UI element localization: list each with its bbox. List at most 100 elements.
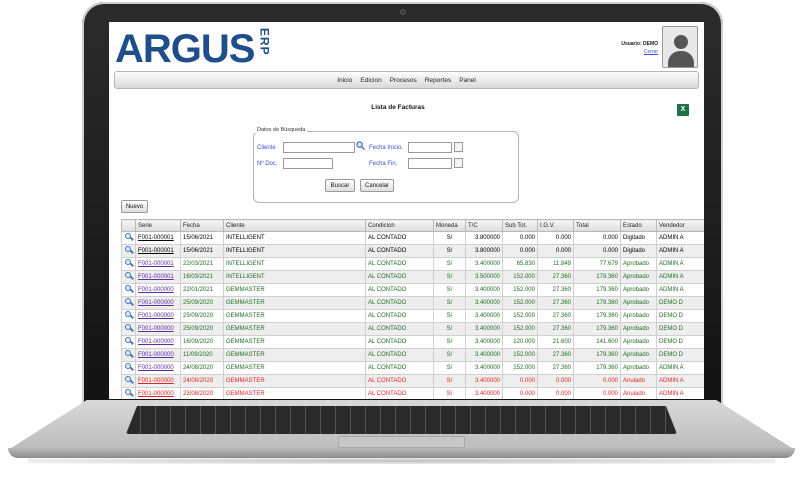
serie-link[interactable]: F001-000000: [138, 352, 174, 358]
subtotal-cell: 0.000: [502, 374, 538, 388]
buscar-button[interactable]: Buscar: [325, 179, 355, 192]
view-icon[interactable]: [124, 376, 134, 384]
table-row[interactable]: F001-000000 11/09/2020 GEMMASTER AL CONTADO…: [121, 348, 704, 362]
table-row[interactable]: F001-000001 22/03/2021 INTELLIGENT AL CONTA…: [121, 257, 704, 271]
fecha-cell: 15/06/2021: [180, 244, 224, 258]
tc-cell: 3.400000: [465, 322, 503, 336]
view-cell: [121, 309, 136, 323]
serie-link[interactable]: F001-000000: [138, 391, 174, 397]
serie-link[interactable]: F001-000000: [138, 339, 174, 345]
moneda-cell: S/: [433, 244, 466, 258]
view-cell: [121, 322, 136, 336]
table-row[interactable]: F001-000001 15/06/2021 INTELLIGENT AL CONTA…: [121, 231, 704, 245]
menu-item-reportes[interactable]: Reportes: [425, 77, 451, 84]
condicion-cell: AL CONTADO: [365, 322, 434, 336]
column-header: T/C: [465, 219, 503, 232]
table-row[interactable]: F001-000000 23/08/2020 GEMMASTER AL CONTADO…: [121, 387, 704, 399]
fecha-cell: 24/08/2020: [180, 361, 224, 375]
table-row[interactable]: F001-000000 24/08/2020 GEMMASTER AL CONTADO…: [121, 361, 704, 375]
total-cell: 0.000: [573, 374, 621, 388]
serie-link[interactable]: F001-000000: [138, 287, 174, 293]
search-icon[interactable]: [356, 141, 365, 150]
view-icon[interactable]: [124, 298, 134, 306]
total-cell: 179.360: [573, 296, 621, 310]
menu-item-panel[interactable]: Panel: [459, 77, 476, 84]
view-icon[interactable]: [124, 246, 134, 254]
tc-cell: 3.400000: [465, 296, 503, 310]
serie-link[interactable]: F001-000001: [138, 274, 174, 280]
subtotal-cell: 152.000: [502, 309, 538, 323]
igv-cell: 27.360: [537, 283, 574, 297]
table-row[interactable]: F001-000000 22/01/2021 GEMMASTER AL CONTADO…: [121, 283, 704, 297]
view-cell: [121, 335, 136, 349]
condicion-cell: AL CONTADO: [365, 244, 434, 258]
cancelar-button[interactable]: Cancelar: [360, 179, 394, 192]
fecha-cell: 25/09/2020: [180, 296, 224, 310]
igv-cell: 0.000: [537, 387, 574, 399]
view-icon[interactable]: [124, 389, 134, 397]
total-cell: 179.360: [573, 283, 621, 297]
fecha-inicio-input[interactable]: [408, 142, 452, 153]
table-row[interactable]: F001-000000 25/09/2020 GEMMASTER AL CONTADO…: [121, 296, 704, 310]
view-icon[interactable]: [124, 272, 134, 280]
calendar-icon[interactable]: [454, 158, 463, 168]
moneda-cell: S/: [433, 231, 466, 245]
condicion-cell: AL CONTADO: [365, 283, 434, 297]
estado-cell: Aprobado: [620, 270, 657, 284]
menu-item-edicion[interactable]: Edicion: [360, 77, 381, 84]
nuevo-button[interactable]: Nuevo: [121, 200, 148, 213]
table-row[interactable]: F001-000000 24/08/2020 GEMMASTER AL CONTADO…: [121, 374, 704, 388]
table-row[interactable]: F001-000001 15/06/2021 INTELLIGENT AL CONTA…: [121, 244, 704, 258]
menu-item-inicio[interactable]: Inicio: [337, 77, 352, 84]
vendedor-cell: ADMIN A: [656, 270, 704, 284]
estado-cell: Aprobado: [620, 322, 657, 336]
serie-cell: F001-000000: [135, 348, 181, 362]
view-icon[interactable]: [124, 311, 134, 319]
fecha-cell: 23/08/2020: [180, 387, 224, 399]
moneda-cell: S/: [433, 283, 466, 297]
logout-link[interactable]: Cerrar: [621, 48, 658, 56]
search-legend: Datos de Búsqueda: [255, 127, 308, 133]
serie-link[interactable]: F001-000001: [138, 235, 174, 241]
view-icon[interactable]: [124, 350, 134, 358]
laptop-front-edge: [8, 448, 795, 458]
avatar-icon[interactable]: [662, 26, 698, 68]
user-info: Usuario: DEMO Cerrar: [621, 40, 658, 56]
menu-item-procesos[interactable]: Procesos: [390, 77, 417, 84]
view-icon[interactable]: [124, 233, 134, 241]
tc-cell: 3.800000: [465, 231, 503, 245]
table-row[interactable]: F001-000000 16/09/2020 GEMMASTER AL CONTADO…: [121, 335, 704, 349]
invoice-table: Serie Fecha Cliente Condicion Moneda T/C Sub T…: [121, 219, 704, 399]
view-icon[interactable]: [124, 285, 134, 293]
table-row[interactable]: F001-000000 25/09/2020 GEMMASTER AL CONTADO…: [121, 309, 704, 323]
view-cell: [121, 257, 136, 271]
cliente-input[interactable]: [283, 142, 355, 153]
fecha-fin-input[interactable]: [408, 158, 452, 169]
moneda-cell: S/: [433, 335, 466, 349]
total-cell: 179.360: [573, 348, 621, 362]
cliente-cell: GEMMASTER: [223, 387, 366, 399]
igv-cell: 27.360: [537, 270, 574, 284]
table-row[interactable]: F001-000001 16/03/2021 INTELLIGENT AL CONTA…: [121, 270, 704, 284]
serie-link[interactable]: F001-000001: [138, 261, 174, 267]
serie-link[interactable]: F001-000000: [138, 300, 174, 306]
view-cell: [121, 348, 136, 362]
excel-export-icon[interactable]: X: [677, 104, 689, 116]
fecha-cell: 22/03/2021: [180, 257, 224, 271]
table-row[interactable]: F001-000000 25/09/2020 GEMMASTER AL CONTADO…: [121, 322, 704, 336]
serie-link[interactable]: F001-000000: [138, 365, 174, 371]
serie-link[interactable]: F001-000001: [138, 248, 174, 254]
condicion-cell: AL CONTADO: [365, 374, 434, 388]
serie-link[interactable]: F001-000000: [138, 378, 174, 384]
view-icon[interactable]: [124, 259, 134, 267]
trackpad: [338, 436, 465, 448]
total-cell: 77.679: [573, 257, 621, 271]
view-icon[interactable]: [124, 337, 134, 345]
view-icon[interactable]: [124, 363, 134, 371]
condicion-cell: AL CONTADO: [365, 348, 434, 362]
serie-link[interactable]: F001-000000: [138, 313, 174, 319]
ndoc-input[interactable]: [283, 158, 333, 169]
calendar-icon[interactable]: [454, 142, 463, 152]
serie-link[interactable]: F001-000000: [138, 326, 174, 332]
view-icon[interactable]: [124, 324, 134, 332]
